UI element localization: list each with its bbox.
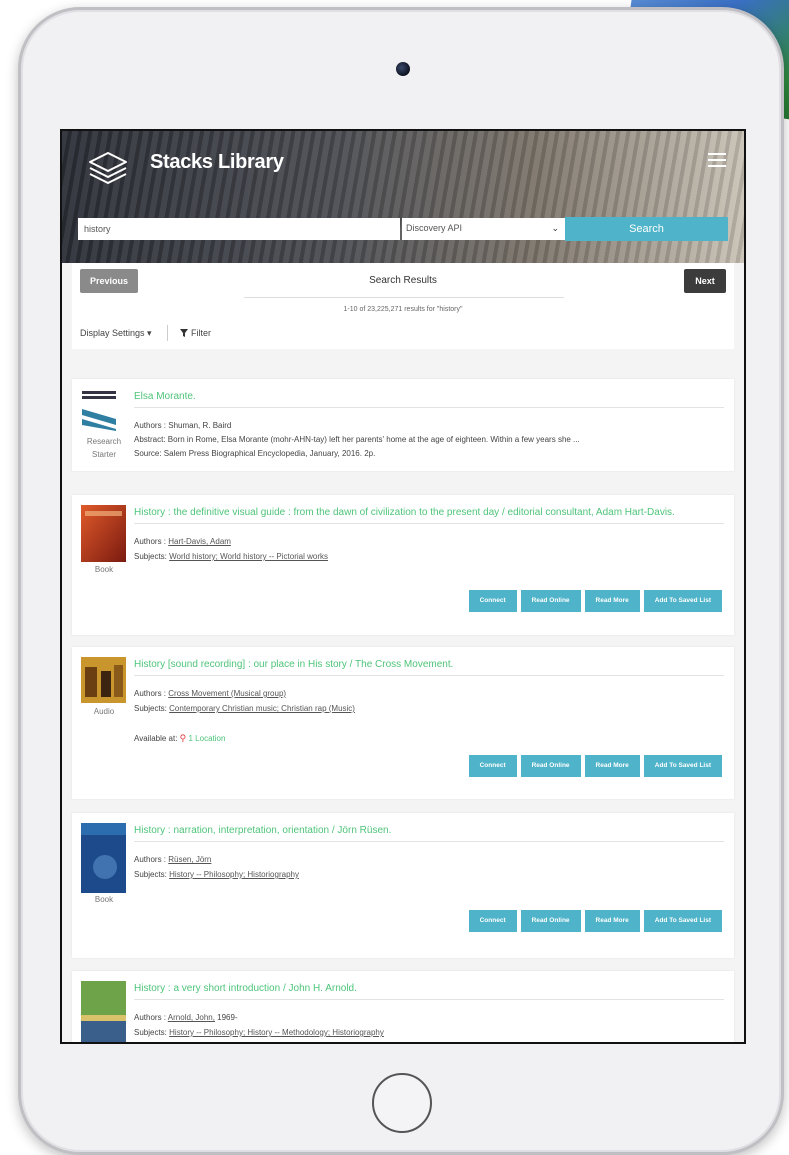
author-link[interactable]: Arnold, John,	[168, 1013, 215, 1022]
location-link[interactable]: 1 Location	[189, 734, 226, 743]
result-authors: Authors : Hart-Davis, Adam	[134, 537, 231, 546]
next-button[interactable]: Next	[684, 269, 726, 293]
result-availability: Available at: ⚲ 1 Location	[134, 733, 226, 743]
connect-button[interactable]: Connect	[468, 755, 517, 777]
header-banner: Stacks Library Discovery API ⌄ Search	[62, 131, 744, 263]
result-subjects: Subjects: Contemporary Christian music; …	[134, 704, 355, 713]
results-toolbar: Previous Search Results Next 1-10 of 23,…	[72, 263, 734, 349]
add-to-saved-list-button[interactable]: Add To Saved List	[643, 755, 722, 777]
read-online-button[interactable]: Read Online	[520, 755, 581, 777]
display-settings-dropdown[interactable]: Display Settings ▾	[80, 328, 152, 339]
result-card: Audio History [sound recording] : our pl…	[72, 647, 734, 799]
result-title-link[interactable]: History [sound recording] : our place in…	[134, 659, 724, 670]
camera-icon	[396, 62, 410, 76]
read-more-button[interactable]: Read More	[584, 590, 640, 612]
item-type-label: Book	[94, 565, 114, 574]
result-authors: Authors : Cross Movement (Musical group)	[134, 689, 287, 698]
result-card: History : a very short introduction / Jo…	[72, 971, 734, 1042]
add-to-saved-list-button[interactable]: Add To Saved List	[643, 910, 722, 932]
result-authors: Authors : Rüsen, Jörn	[134, 855, 212, 864]
read-online-button[interactable]: Read Online	[520, 910, 581, 932]
item-type-label: Book	[94, 895, 114, 904]
result-title-link[interactable]: History : a very short introduction / Jo…	[134, 983, 724, 994]
subject-link[interactable]: History -- Philosophy; Historiography	[169, 870, 299, 879]
read-more-button[interactable]: Read More	[584, 910, 640, 932]
result-authors: Authors : Arnold, John, 1969-	[134, 1013, 238, 1022]
result-subjects: Subjects: History -- Philosophy; Histori…	[134, 870, 299, 879]
filter-label: Filter	[191, 328, 211, 338]
result-source: Source: Salem Press Biographical Encyclo…	[134, 449, 376, 458]
divider	[134, 407, 724, 408]
audio-cover-thumbnail	[81, 657, 126, 703]
author-link[interactable]: Rüsen, Jörn	[168, 855, 211, 864]
author-link[interactable]: Cross Movement (Musical group)	[168, 689, 286, 698]
book-cover-thumbnail	[81, 823, 126, 893]
divider	[167, 325, 168, 341]
item-type-label: Starter	[91, 450, 116, 459]
research-starter-thumbnail	[82, 389, 116, 431]
home-button[interactable]	[372, 1073, 432, 1133]
result-card: Book History : the definitive visual gui…	[72, 495, 734, 635]
search-button[interactable]: Search	[565, 217, 728, 241]
chevron-down-icon: ⌄	[551, 223, 559, 233]
item-type-label: Research	[86, 437, 122, 446]
screen: Stacks Library Discovery API ⌄ Search Pr…	[60, 129, 746, 1044]
add-to-saved-list-button[interactable]: Add To Saved List	[643, 590, 722, 612]
location-pin-icon: ⚲	[179, 733, 187, 743]
search-input[interactable]	[78, 218, 400, 240]
connect-button[interactable]: Connect	[468, 590, 517, 612]
book-cover-thumbnail	[81, 981, 126, 1042]
result-title-link[interactable]: History : the definitive visual guide : …	[134, 507, 724, 518]
results-heading: Search Results	[369, 275, 437, 286]
search-source-select[interactable]: Discovery API ⌄	[402, 218, 565, 240]
filter-button[interactable]: Filter	[180, 328, 211, 338]
site-title: Stacks Library	[150, 151, 284, 173]
subject-link[interactable]: World history; World history -- Pictoria…	[169, 552, 328, 561]
result-actions: Connect Read Online Read More Add To Sav…	[468, 590, 722, 612]
divider	[244, 297, 564, 298]
books-logo-icon	[89, 152, 127, 184]
result-card: Book History : narration, interpretation…	[72, 813, 734, 958]
divider	[134, 675, 724, 676]
divider	[134, 523, 724, 524]
divider	[134, 999, 724, 1000]
connect-button[interactable]: Connect	[468, 910, 517, 932]
divider	[134, 841, 724, 842]
subject-link[interactable]: History -- Philosophy; History -- Method…	[169, 1028, 384, 1037]
book-cover-thumbnail	[81, 505, 126, 562]
search-source-value: Discovery API	[406, 223, 463, 233]
read-more-button[interactable]: Read More	[584, 755, 640, 777]
hamburger-menu-icon[interactable]	[708, 153, 726, 167]
result-abstract: Abstract: Born in Rome, Elsa Morante (mo…	[134, 435, 580, 444]
author-link[interactable]: Hart-Davis, Adam	[168, 537, 231, 546]
result-title-link[interactable]: History : narration, interpretation, ori…	[134, 825, 724, 836]
result-subjects: Subjects: World history; World history -…	[134, 552, 328, 561]
result-title-link[interactable]: Elsa Morante.	[134, 391, 724, 402]
filter-icon	[180, 329, 188, 337]
result-actions: Connect Read Online Read More Add To Sav…	[468, 910, 722, 932]
result-actions: Connect Read Online Read More Add To Sav…	[468, 755, 722, 777]
item-type-label: Audio	[93, 707, 115, 716]
read-online-button[interactable]: Read Online	[520, 590, 581, 612]
results-count: 1-10 of 23,225,271 results for "history"	[343, 306, 463, 313]
subject-link[interactable]: Contemporary Christian music; Christian …	[169, 704, 355, 713]
result-card: Research Starter Elsa Morante. Authors :…	[72, 379, 734, 471]
result-authors: Authors : Shuman, R. Baird	[134, 421, 232, 430]
result-subjects: Subjects: History -- Philosophy; History…	[134, 1028, 384, 1037]
